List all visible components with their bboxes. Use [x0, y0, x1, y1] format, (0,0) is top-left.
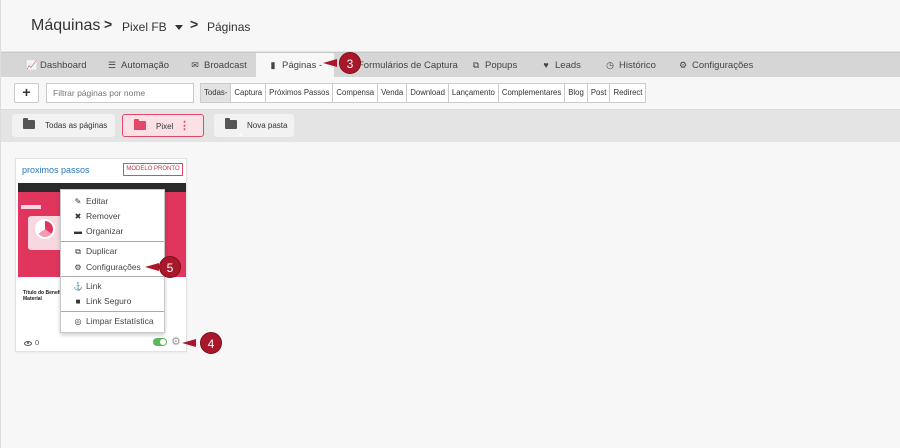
filter-bar: + Todas- Captura Próximos Passos Compens…: [1, 77, 900, 110]
main-nav: 📈 Dashboard ☰ Automação ✉ Broadcast ▮ Página…: [1, 52, 900, 78]
gear-icon[interactable]: ⚙: [171, 335, 181, 348]
folder-icon: ▬: [74, 227, 82, 236]
tab-automacao[interactable]: ☰ Automação: [107, 53, 169, 78]
menu-divider: [61, 241, 164, 242]
breadcrumb-paginas: Páginas: [207, 20, 251, 34]
folder-plus-icon: +: [225, 118, 243, 139]
callout-4: 4: [182, 332, 222, 354]
menu-item-organizar[interactable]: ▬ Organizar: [73, 226, 123, 236]
views-counter: 0: [24, 338, 39, 347]
menu-item-link[interactable]: ⚓ Link: [73, 281, 102, 291]
tab-configuracoes[interactable]: ⚙ Configurações: [678, 53, 753, 78]
filter-redirect[interactable]: Redirect: [610, 83, 647, 103]
thumb-logo: [21, 205, 41, 209]
tab-broadcast[interactable]: ✉ Broadcast: [190, 53, 247, 78]
eye-icon: [24, 340, 32, 346]
page-title-link[interactable]: proximos passos: [22, 165, 90, 175]
callout-number: 5: [159, 256, 181, 278]
filter-compensa[interactable]: Compensa: [333, 83, 379, 103]
category-filters: Todas- Captura Próximos Passos Compensa …: [200, 83, 647, 103]
machine-name: Pixel FB: [122, 20, 167, 34]
folder-icon: [134, 119, 146, 130]
popup-icon: ⧉: [472, 60, 480, 70]
publish-toggle[interactable]: [153, 338, 167, 346]
kebab-menu-icon[interactable]: ⋮: [179, 115, 190, 138]
menu-item-link-seguro[interactable]: ■ Link Seguro: [73, 296, 132, 306]
breadcrumb-separator: >: [190, 16, 199, 32]
filter-blog[interactable]: Blog: [565, 83, 588, 103]
tab-popups[interactable]: ⧉ Popups: [471, 53, 517, 78]
filter-complementares[interactable]: Complementares: [498, 83, 566, 103]
gears-icon: ⚙: [74, 263, 82, 272]
menu-item-editar[interactable]: ✎ Editar: [73, 196, 109, 206]
caret-down-icon: [174, 25, 183, 31]
callout-5: 5: [145, 256, 181, 278]
filter-download[interactable]: Download: [407, 83, 449, 103]
x-icon: ✖: [74, 212, 82, 221]
callout-pointer: [323, 59, 337, 67]
folder-bar: Todas as páginas Pixel ⋮ + Nova pasta: [1, 110, 900, 142]
new-folder-button[interactable]: + Nova pasta: [214, 114, 294, 139]
filter-lancamento[interactable]: Lançamento: [448, 83, 499, 103]
filter-captura[interactable]: Captura: [231, 83, 267, 103]
menu-item-limpar-estatistica[interactable]: ◎ Limpar Estatística: [73, 316, 154, 326]
menu-item-duplicar[interactable]: ⧉ Duplicar: [73, 246, 117, 257]
folder-pixel[interactable]: Pixel ⋮: [122, 114, 204, 137]
menu-item-remover[interactable]: ✖ Remover: [73, 211, 121, 221]
tab-dashboard[interactable]: 📈 Dashboard: [26, 53, 86, 78]
machine-selector[interactable]: Pixel FB: [122, 20, 183, 34]
breadcrumb-maquinas[interactable]: Máquinas: [31, 17, 100, 35]
header: Máquinas > Pixel FB > Páginas: [1, 0, 900, 52]
lock-icon: ■: [75, 297, 81, 306]
filter-proximos-passos[interactable]: Próximos Passos: [266, 83, 334, 103]
pencil-icon: ✎: [74, 197, 82, 206]
callout-pointer: [182, 339, 196, 347]
folder-all-pages[interactable]: Todas as páginas: [12, 114, 115, 137]
heart-icon: ♥: [543, 60, 549, 70]
envelope-icon: ✉: [191, 60, 199, 70]
card-footer: 0 ⚙: [16, 335, 188, 353]
menu-item-configuracoes[interactable]: ⚙ Configurações: [73, 262, 140, 272]
callout-number: 3: [339, 52, 361, 74]
breadcrumb-separator: >: [104, 16, 113, 32]
callout-number: 4: [200, 332, 222, 354]
eye-slash-icon: ◎: [74, 317, 82, 326]
template-badge: MODELO PRONTO: [123, 163, 183, 176]
copy-icon: ⧉: [75, 247, 81, 256]
anchor-icon: ⚓: [73, 282, 83, 291]
search-input[interactable]: [46, 83, 194, 103]
thumb-pie-icon: [35, 219, 55, 239]
filter-post[interactable]: Post: [587, 83, 611, 103]
clock-icon: ◷: [606, 60, 614, 70]
menu-divider: [61, 311, 164, 312]
tab-formularios[interactable]: Formulários de Captura: [358, 53, 458, 78]
list-icon: ☰: [107, 60, 117, 70]
add-page-button[interactable]: +: [14, 83, 39, 103]
gears-icon: ⚙: [678, 60, 688, 70]
filter-todas[interactable]: Todas-: [200, 83, 232, 103]
chart-icon: 📈: [26, 60, 38, 70]
folder-icon: [23, 118, 35, 129]
callout-3: 3: [323, 52, 361, 74]
app-root: Máquinas > Pixel FB > Páginas 📈 Dashboard…: [0, 0, 900, 448]
filter-venda[interactable]: Venda: [378, 83, 408, 103]
tab-historico[interactable]: ◷ Histórico: [605, 53, 656, 78]
callout-pointer: [145, 263, 159, 271]
file-icon: ▮: [270, 60, 276, 70]
tab-leads[interactable]: ♥ Leads: [541, 53, 581, 78]
